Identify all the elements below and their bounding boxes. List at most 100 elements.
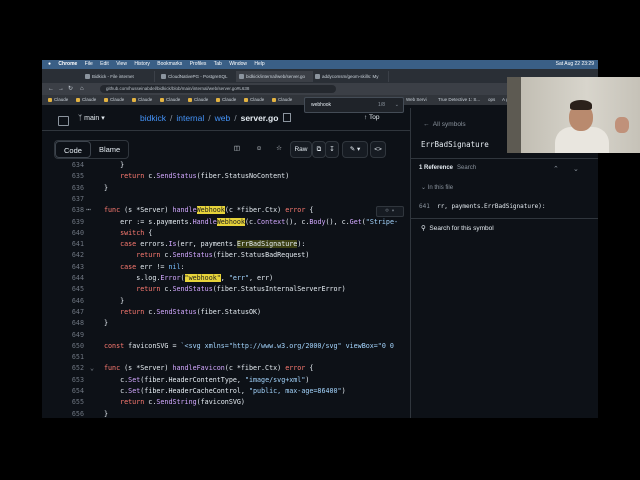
- line-number[interactable]: 650: [62, 341, 84, 352]
- raw-button[interactable]: Raw: [290, 141, 312, 158]
- menu-file[interactable]: File: [85, 61, 93, 67]
- line-number[interactable]: 636: [62, 183, 84, 194]
- code-line[interactable]: 653 c.Set(fiber.HeaderContentType, "imag…: [54, 375, 410, 386]
- code-line[interactable]: 637: [54, 194, 410, 205]
- line-number[interactable]: 656: [62, 409, 84, 418]
- reference-match[interactable]: 641 rr, payments.ErrBadSignature):: [419, 203, 545, 210]
- line-number[interactable]: 638: [62, 205, 84, 216]
- sidebar-toggle-icon[interactable]: [58, 116, 69, 126]
- code-line[interactable]: 641 case errors.Is(err, payments.ErrBadS…: [54, 239, 410, 250]
- browser-tab[interactable]: Bidkick - File internet: [82, 71, 155, 82]
- line-number[interactable]: 635: [62, 171, 84, 182]
- bookmark[interactable]: ops: [482, 96, 495, 104]
- tab-blame[interactable]: Blame: [91, 141, 128, 158]
- code-line[interactable]: 655 return c.SendString(faviconSVG): [54, 397, 410, 408]
- browser-tab[interactable]: addycomsm/geom-skills: My: [312, 71, 389, 82]
- bookmark[interactable]: True Detective 1: S...: [432, 96, 480, 104]
- breadcrumb-internal[interactable]: internal: [176, 113, 204, 123]
- reload-icon[interactable]: ↻: [68, 85, 73, 93]
- apple-icon[interactable]: ●: [48, 61, 51, 67]
- fold-chevron-icon[interactable]: ⌄: [90, 363, 94, 374]
- bookmark[interactable]: Claude: [272, 96, 292, 104]
- code-line[interactable]: 642 return c.SendStatus(fiber.StatusBadR…: [54, 250, 410, 261]
- menu-chrome[interactable]: Chrome: [58, 61, 77, 67]
- line-number[interactable]: 639: [62, 217, 84, 228]
- code-line-selected[interactable]: 638 ⋯ func (s *Server) handleWebhook(c *fi…: [54, 204, 410, 218]
- tab-code[interactable]: Code: [55, 141, 91, 158]
- menu-view[interactable]: View: [116, 61, 127, 67]
- code-line[interactable]: 650 const faviconSVG = `<svg xmlns="http:…: [54, 341, 410, 352]
- code-line[interactable]: 643 case err != nil:: [54, 262, 410, 273]
- line-number[interactable]: 648: [62, 318, 84, 329]
- edit-icon[interactable]: ✎ ▾: [342, 141, 368, 158]
- all-symbols-link[interactable]: ← All symbols: [423, 121, 466, 128]
- menu-edit[interactable]: Edit: [100, 61, 109, 67]
- code-line[interactable]: 652 ⌄ func (s *Server) handleFavicon(c *fi…: [54, 363, 410, 374]
- breadcrumb-web[interactable]: web: [215, 113, 231, 123]
- code-line[interactable]: 646 }: [54, 296, 410, 307]
- usage-icon[interactable]: ☆: [272, 141, 286, 156]
- top-button[interactable]: ↑ Top: [364, 114, 379, 121]
- in-this-file-toggle[interactable]: ⌄ In this file: [421, 184, 453, 191]
- line-number[interactable]: 644: [62, 273, 84, 284]
- code-line[interactable]: 654 c.Set(fiber.HeaderCacheControl, "pub…: [54, 386, 410, 397]
- code-line[interactable]: 649: [54, 330, 410, 341]
- address-bar[interactable]: github.com/husseinabdel/bidkick/blob/mai…: [100, 85, 336, 93]
- code-line[interactable]: 651: [54, 352, 410, 363]
- code-line[interactable]: 648}: [54, 318, 410, 329]
- line-number[interactable]: 643: [62, 262, 84, 273]
- copilot-icon[interactable]: ☺: [252, 141, 266, 156]
- search-references-link[interactable]: Search: [457, 165, 476, 171]
- forward-arrow-icon[interactable]: →: [58, 85, 64, 93]
- code-line[interactable]: 647 return c.SendStatus(fiber.StatusOK): [54, 307, 410, 318]
- line-number[interactable]: 646: [62, 296, 84, 307]
- bookmark[interactable]: Claude: [104, 96, 124, 104]
- line-number[interactable]: 651: [62, 352, 84, 363]
- chevron-down-icon[interactable]: ⌄: [573, 165, 579, 173]
- code-line[interactable]: 635 return c.SendStatus(fiber.StatusNoCo…: [54, 171, 410, 182]
- line-number[interactable]: 654: [62, 386, 84, 397]
- line-options-icon[interactable]: ⋯: [86, 204, 91, 215]
- bookmark[interactable]: Claude: [132, 96, 152, 104]
- line-number[interactable]: 647: [62, 307, 84, 318]
- browser-tab-active[interactable]: bidkick/internal/web/server.go: [236, 71, 313, 82]
- code-view-icon[interactable]: <>: [370, 141, 386, 158]
- browser-tab[interactable]: CloudNativePG - PostgreSQL: [158, 71, 237, 82]
- line-number[interactable]: 642: [62, 250, 84, 261]
- menu-bookmarks[interactable]: Bookmarks: [157, 61, 182, 67]
- menu-tab[interactable]: Tab: [214, 61, 222, 67]
- code-line[interactable]: 645 return c.SendStatus(fiber.StatusInte…: [54, 284, 410, 295]
- menu-window[interactable]: Window: [229, 61, 247, 67]
- download-icon[interactable]: ↧: [325, 141, 339, 158]
- search-for-symbol-button[interactable]: ⚲ Search for this symbol: [421, 224, 494, 232]
- line-number[interactable]: 652: [62, 363, 84, 374]
- menu-profiles[interactable]: Profiles: [190, 61, 207, 67]
- menu-history[interactable]: History: [134, 61, 150, 67]
- branch-selector[interactable]: ᛉ main ▾: [78, 114, 105, 122]
- bookmark[interactable]: Claude: [76, 96, 96, 104]
- bookmark[interactable]: Claude: [216, 96, 236, 104]
- line-number[interactable]: 640: [62, 228, 84, 239]
- bookmark[interactable]: Claude: [188, 96, 208, 104]
- line-number[interactable]: 645: [62, 284, 84, 295]
- code-line[interactable]: 634 }: [54, 160, 410, 171]
- line-number[interactable]: 649: [62, 330, 84, 341]
- bookmark[interactable]: Web Servi: [400, 96, 427, 104]
- code-line[interactable]: 640 switch {: [54, 228, 410, 239]
- copy-icon[interactable]: ⧉: [312, 141, 326, 158]
- code-line[interactable]: 639 err := s.payments.HandleWebhook(c.Co…: [54, 217, 410, 228]
- copy-path-icon[interactable]: [283, 113, 292, 122]
- line-number[interactable]: 634: [62, 160, 84, 171]
- back-arrow-icon[interactable]: ←: [48, 85, 54, 93]
- line-number[interactable]: 653: [62, 375, 84, 386]
- code-line[interactable]: 636}: [54, 183, 410, 194]
- bookmark[interactable]: Claude: [160, 96, 180, 104]
- line-number[interactable]: 637: [62, 194, 84, 205]
- bookmark[interactable]: Claude: [244, 96, 264, 104]
- code-line[interactable]: 644 s.log.Error("webhook", "err", err): [54, 273, 410, 284]
- breadcrumb-repo[interactable]: bidkick: [140, 113, 166, 123]
- menu-help[interactable]: Help: [254, 61, 264, 67]
- bookmark[interactable]: Claude: [48, 96, 68, 104]
- chevron-up-icon[interactable]: ⌃: [553, 165, 559, 173]
- line-number[interactable]: 641: [62, 239, 84, 250]
